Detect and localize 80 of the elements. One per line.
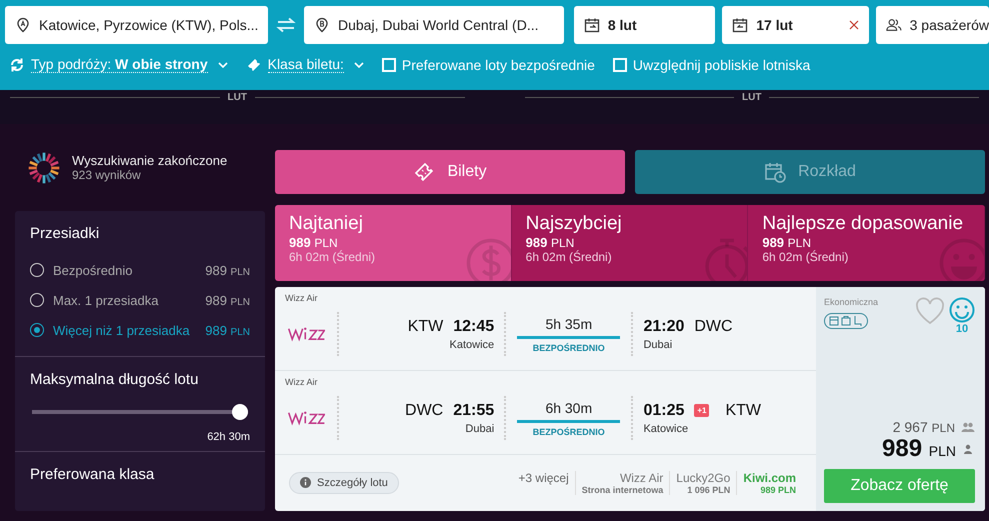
- flight-duration: 6h 30m: [544, 400, 594, 416]
- carrier-name: Wizz Air: [285, 377, 318, 387]
- arrival-time: 21:20: [643, 318, 684, 336]
- city-name: Dubai: [643, 338, 674, 350]
- smiley-icon: [938, 237, 984, 281]
- amenities-badge: [824, 313, 868, 329]
- day-offset-badge: +1: [694, 404, 710, 417]
- search-status: Wyszukiwanie zakończone: [72, 153, 228, 168]
- sort-tab[interactable]: Najtaniej 989 PLN 6h 02m (Średni): [275, 205, 512, 281]
- option-label: Max. 1 przesiadka: [53, 292, 158, 308]
- smiley-icon: [949, 297, 975, 323]
- provider-detail: Strona internetowa: [582, 484, 664, 494]
- departure-date-field[interactable]: 8 lut: [574, 6, 716, 44]
- origin-field[interactable]: Katowice, Pyrzowice (KTW), Pols...: [5, 6, 268, 44]
- calendar-clock-icon: [764, 161, 786, 183]
- chevron-down-icon: [218, 62, 228, 68]
- stops-label: BEZPOŚREDNIO: [532, 342, 606, 352]
- ticket-class-dropdown[interactable]: Klasa biletu:: [246, 56, 364, 73]
- sort-tab[interactable]: Najlepsze dopasowanie 989 PLN 6h 02m (Średni): [748, 205, 985, 281]
- filter-title: Preferowana klasa: [30, 466, 156, 483]
- info-icon: [300, 477, 311, 488]
- sort-tab[interactable]: Najszybciej 989 PLN 6h 02m (Średni): [512, 205, 748, 281]
- provider-detail: 1 096 PLN: [687, 484, 730, 494]
- airport-code: DWC: [405, 402, 444, 420]
- arrival-time: 01:25: [643, 402, 684, 420]
- pin-icon: [314, 17, 330, 33]
- departure-date: 8 lut: [608, 17, 637, 33]
- progress-spinner-icon: [26, 150, 62, 186]
- people-icon: [961, 422, 975, 432]
- carrier-name: Wizz Air: [285, 293, 318, 303]
- city-name: Dubai: [464, 422, 494, 434]
- passengers-value: 3 pasażerów: [910, 17, 989, 33]
- calendar-icon: [732, 17, 748, 33]
- filter-title: Przesiadki: [30, 225, 100, 242]
- provider-name[interactable]: Kiwi.com: [743, 470, 796, 484]
- option-label: Bezpośrednio: [53, 262, 132, 278]
- round-trip-icon: [9, 56, 25, 72]
- option-label: Więcej niż 1 przesiadka: [53, 322, 190, 338]
- price-per-person: 989 PLN: [882, 435, 956, 463]
- airport-code: DWC: [694, 318, 733, 336]
- cabin-class: Ekonomiczna: [824, 297, 878, 307]
- option-price: 989 PLN: [205, 262, 250, 278]
- chevron-down-icon: [354, 62, 364, 68]
- departure-time: 21:55: [453, 402, 494, 420]
- person-icon: [964, 444, 972, 454]
- pin-icon: [15, 17, 31, 33]
- ticket-icon: [246, 56, 262, 72]
- departure-time: 12:45: [453, 318, 494, 336]
- close-icon[interactable]: [848, 20, 859, 30]
- result-count: 923 wyników: [72, 168, 142, 182]
- stops-label: BEZPOŚREDNIO: [532, 426, 606, 436]
- flight-details-button[interactable]: Szczegóły lotu: [289, 472, 399, 494]
- month-label: LUT: [228, 92, 247, 103]
- provider-detail: 989 PLN: [760, 484, 796, 494]
- month-label: LUT: [742, 92, 762, 103]
- more-providers-link[interactable]: +3 więcej: [512, 470, 575, 484]
- view-tab[interactable]: Bilety: [275, 150, 625, 194]
- return-date: 17 lut: [756, 17, 793, 33]
- provider-name[interactable]: Wizz Air: [620, 470, 664, 484]
- option-price: 989 PLN: [205, 292, 250, 308]
- calendar-icon: [584, 17, 600, 33]
- ticket-icon: [413, 161, 436, 183]
- flight-duration: 5h 35m: [544, 316, 594, 332]
- destination-value: Dubaj, Dubai World Central (D...: [338, 17, 538, 33]
- option-price: 989 PLN: [205, 322, 250, 338]
- airport-code: KTW: [725, 402, 762, 420]
- score-value: 10: [956, 323, 968, 335]
- filter-title: Maksymalna długość lotu: [30, 371, 200, 388]
- destination-field[interactable]: Dubaj, Dubai World Central (D...: [304, 6, 564, 44]
- return-date-field[interactable]: 17 lut: [722, 6, 869, 44]
- trip-type-dropdown[interactable]: Typ podróży: W obie strony: [9, 56, 228, 73]
- duration-reading: 62h 30m: [206, 431, 250, 443]
- origin-value: Katowice, Pyrzowice (KTW), Pols...: [39, 17, 258, 33]
- airport-code: KTW: [408, 318, 444, 336]
- city-name: Katowice: [643, 422, 690, 434]
- passengers-field[interactable]: 3 pasażerów: [876, 6, 989, 44]
- people-icon: [886, 17, 902, 33]
- city-name: Katowice: [448, 338, 494, 350]
- provider-name[interactable]: Lucky2Go: [676, 470, 730, 484]
- total-price: 2 967 PLN: [892, 419, 955, 435]
